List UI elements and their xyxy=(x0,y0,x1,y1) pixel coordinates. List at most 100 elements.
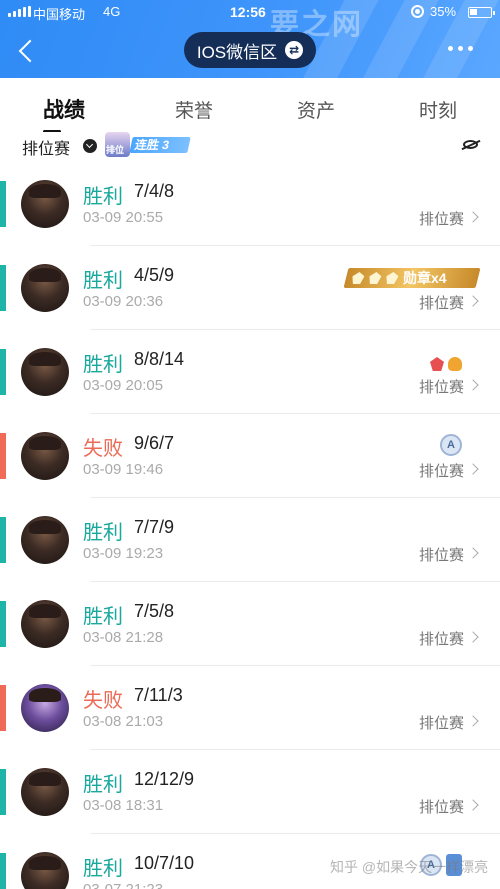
match-mode: 排位赛 xyxy=(419,631,465,648)
result-bar xyxy=(0,265,6,311)
match-row[interactable]: 失败 9/6/7 03-09 19:46 A 排位赛 xyxy=(0,414,500,498)
hero-avatar xyxy=(21,432,69,480)
status-bar: 中国移动 4G 12:56 35% xyxy=(0,0,500,24)
match-mode: 排位赛 xyxy=(419,799,465,816)
result-bar xyxy=(0,349,6,395)
match-time: 03-09 20:36 xyxy=(83,293,164,310)
chevron-down-icon[interactable] xyxy=(83,139,97,153)
match-honor-icons xyxy=(430,357,462,371)
match-result: 胜利 xyxy=(83,186,123,208)
result-bar xyxy=(0,181,6,227)
result-bar xyxy=(0,601,6,647)
chevron-right-icon xyxy=(467,547,479,559)
hero-avatar xyxy=(21,516,69,564)
result-bar xyxy=(0,517,6,563)
match-kda: 7/5/8 xyxy=(134,601,175,621)
app-header: 中国移动 4G 12:56 35% 要之网 IOS微信区 ⇄ xyxy=(0,0,500,78)
tab-moments[interactable]: 时刻 xyxy=(419,96,457,123)
hero-avatar xyxy=(21,852,69,889)
result-bar xyxy=(0,433,6,479)
match-time: 03-08 18:31 xyxy=(83,797,164,814)
source-watermark: 知乎 @如果今天一样漂亮 xyxy=(330,859,489,875)
status-time: 12:56 xyxy=(230,4,266,20)
match-result: 胜利 xyxy=(83,354,123,376)
region-switch-button[interactable]: IOS微信区 ⇄ xyxy=(184,32,316,68)
mvp-icon xyxy=(351,272,366,284)
match-row[interactable]: 胜利 7/5/8 03-08 21:28 排位赛 xyxy=(0,582,500,666)
network-type: 4G xyxy=(103,4,121,19)
trophy-icon xyxy=(385,272,400,284)
result-bar xyxy=(0,853,6,889)
match-mode: 排位赛 xyxy=(419,211,465,228)
match-kda: 8/8/14 xyxy=(134,349,185,369)
a-rank-icon: A xyxy=(440,434,462,456)
match-list: 胜利 7/4/8 03-09 20:55 排位赛 胜利 4/5/9 03-09 … xyxy=(0,162,500,889)
match-time: 03-09 19:46 xyxy=(83,461,164,478)
swap-icon: ⇄ xyxy=(285,41,304,59)
match-time: 03-09 19:23 xyxy=(83,545,164,562)
tab-assets[interactable]: 资产 xyxy=(297,96,335,123)
chevron-right-icon xyxy=(467,715,479,727)
hero-avatar xyxy=(21,180,69,228)
match-mode: 排位赛 xyxy=(419,715,465,732)
medal-badge: 勋章x4 xyxy=(343,268,481,288)
match-time: 03-08 21:03 xyxy=(83,713,164,730)
hero-avatar xyxy=(21,768,69,816)
chevron-right-icon xyxy=(467,295,479,307)
chevron-right-icon xyxy=(467,463,479,475)
match-kda: 7/4/8 xyxy=(134,181,175,201)
match-kda: 4/5/9 xyxy=(134,265,175,285)
hero-avatar xyxy=(21,264,69,312)
match-row[interactable]: 胜利 8/8/14 03-09 20:05 排位赛 xyxy=(0,330,500,414)
mode-filter-row: 排位赛 排位 连胜 3 xyxy=(0,132,500,158)
match-row[interactable]: 失败 7/11/3 03-08 21:03 排位赛 xyxy=(0,666,500,750)
signal-icon xyxy=(8,6,31,17)
match-row[interactable]: 胜利 7/4/8 03-09 20:55 排位赛 xyxy=(0,162,500,246)
chevron-right-icon xyxy=(467,211,479,223)
match-result: 胜利 xyxy=(83,522,123,544)
hero-avatar xyxy=(21,348,69,396)
chevron-right-icon xyxy=(467,799,479,811)
match-mode: 排位赛 xyxy=(419,295,465,312)
match-kda: 7/7/9 xyxy=(134,517,175,537)
match-result: 胜利 xyxy=(83,270,123,292)
back-button[interactable] xyxy=(12,36,42,66)
match-result: 胜利 xyxy=(83,606,123,628)
match-kda: 7/11/3 xyxy=(134,685,183,705)
match-kda: 10/7/10 xyxy=(134,853,195,873)
medal-count: 勋章x4 xyxy=(403,270,447,286)
battery-percent: 35% xyxy=(430,4,457,19)
hero-avatar xyxy=(21,600,69,648)
match-kda: 12/12/9 xyxy=(134,769,195,789)
streak-avatar-text: 排位 xyxy=(106,145,125,155)
streak-avatar: 排位 xyxy=(105,132,130,157)
match-result: 失败 xyxy=(83,690,123,712)
mvp-icon xyxy=(368,272,383,284)
match-result: 胜利 xyxy=(83,774,123,796)
orientation-lock-icon xyxy=(411,5,424,18)
match-time: 03-09 20:55 xyxy=(83,209,164,226)
match-mode: 排位赛 xyxy=(419,379,465,396)
match-time: 03-07 21:23 xyxy=(83,881,163,889)
match-time: 03-08 21:28 xyxy=(83,629,164,646)
match-mode: 排位赛 xyxy=(419,547,465,564)
match-mode: 排位赛 xyxy=(419,463,465,480)
win-streak-badge: 排位 连胜 3 xyxy=(105,132,191,157)
region-label: IOS微信区 xyxy=(196,42,278,62)
tab-honor[interactable]: 荣誉 xyxy=(175,96,213,123)
result-bar xyxy=(0,769,6,815)
tab-record[interactable]: 战绩 xyxy=(43,94,85,124)
match-honor-icons: A xyxy=(440,434,462,456)
chevron-right-icon xyxy=(467,379,479,391)
match-row[interactable]: 胜利 12/12/9 03-08 18:31 排位赛 xyxy=(0,750,500,834)
carrier-name: 中国移动 xyxy=(33,7,86,22)
match-kda: 9/6/7 xyxy=(134,433,175,453)
tab-bar: 战绩 荣誉 资产 时刻 xyxy=(0,78,500,138)
mode-filter-label[interactable]: 排位赛 xyxy=(22,135,70,159)
more-button[interactable] xyxy=(448,46,473,51)
battery-icon xyxy=(468,7,495,18)
match-row[interactable]: 胜利 7/7/9 03-09 19:23 排位赛 xyxy=(0,498,500,582)
match-row[interactable]: 胜利 4/5/9 03-09 20:36 勋章x4 排位赛 xyxy=(0,246,500,330)
result-bar xyxy=(0,685,6,731)
eye-hidden-icon[interactable] xyxy=(463,140,478,149)
